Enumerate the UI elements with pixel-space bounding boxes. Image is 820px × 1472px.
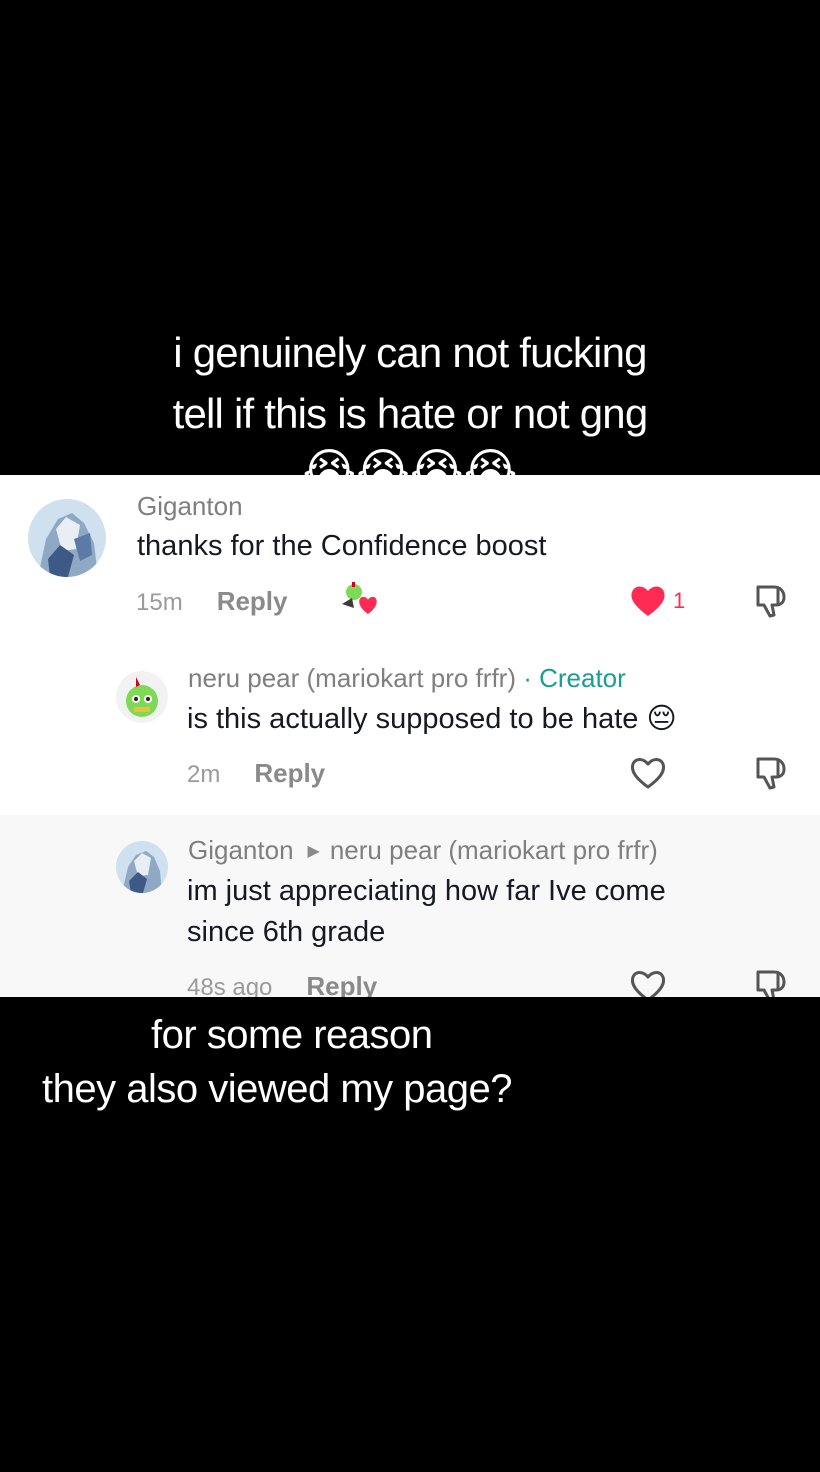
comment-text-line-2: since 6th grade: [187, 916, 386, 948]
reply-to-username[interactable]: neru pear (mariokart pro frfr): [330, 835, 658, 865]
username-text[interactable]: neru pear (mariokart pro frfr): [188, 663, 516, 693]
bottom-caption-line-2: they also viewed my page?: [42, 1067, 513, 1111]
bottom-caption-line-1: for some reason: [151, 1013, 433, 1057]
reply-button[interactable]: Reply: [306, 971, 377, 997]
heart-outline-icon[interactable]: [629, 756, 667, 790]
comment-text: thanks for the Confidence boost: [137, 530, 547, 562]
heart-filled-icon[interactable]: [629, 584, 667, 618]
creator-badge: · Creator: [523, 663, 626, 693]
avatar[interactable]: [28, 499, 106, 577]
avatar[interactable]: [116, 671, 168, 723]
dislike-icon[interactable]: [752, 755, 790, 791]
crying-emojis: 😭😭😭😭: [302, 444, 518, 496]
comment-time: 2m: [187, 761, 221, 788]
creator-liked-icon: [338, 582, 382, 616]
comment-username[interactable]: Giganton ▶ neru pear (mariokart pro frfr): [188, 835, 658, 866]
comment-text: is this actually supposed to be hate 😔: [187, 703, 677, 735]
comments-panel: Giganton thanks for the Confidence boost…: [0, 475, 820, 997]
reply-arrow-icon: ▶: [307, 843, 320, 860]
dislike-icon[interactable]: [752, 583, 790, 619]
comment-text-line-1: im just appreciating how far Ive come: [187, 875, 666, 907]
reply-button[interactable]: Reply: [217, 586, 288, 616]
comment-meta: 48s ago Reply: [187, 971, 377, 997]
comment-username[interactable]: neru pear (mariokart pro frfr) · Creator: [188, 663, 626, 694]
comment-meta: 2m Reply: [187, 758, 325, 789]
top-caption: i genuinely can not fucking tell if this…: [0, 322, 820, 500]
username-text[interactable]: Giganton: [188, 835, 294, 865]
avatar[interactable]: [116, 841, 168, 893]
top-caption-line-1: i genuinely can not fucking: [173, 329, 647, 376]
comment-time: 48s ago: [187, 974, 273, 997]
top-caption-line-2: tell if this is hate or not gng: [172, 390, 649, 437]
like-count: 1: [673, 588, 686, 613]
comment-meta: 15m Reply: [136, 586, 288, 617]
comment-time: 15m: [136, 589, 183, 616]
heart-outline-icon[interactable]: [629, 969, 667, 997]
dislike-icon[interactable]: [752, 968, 790, 997]
reply-button[interactable]: Reply: [254, 758, 325, 788]
